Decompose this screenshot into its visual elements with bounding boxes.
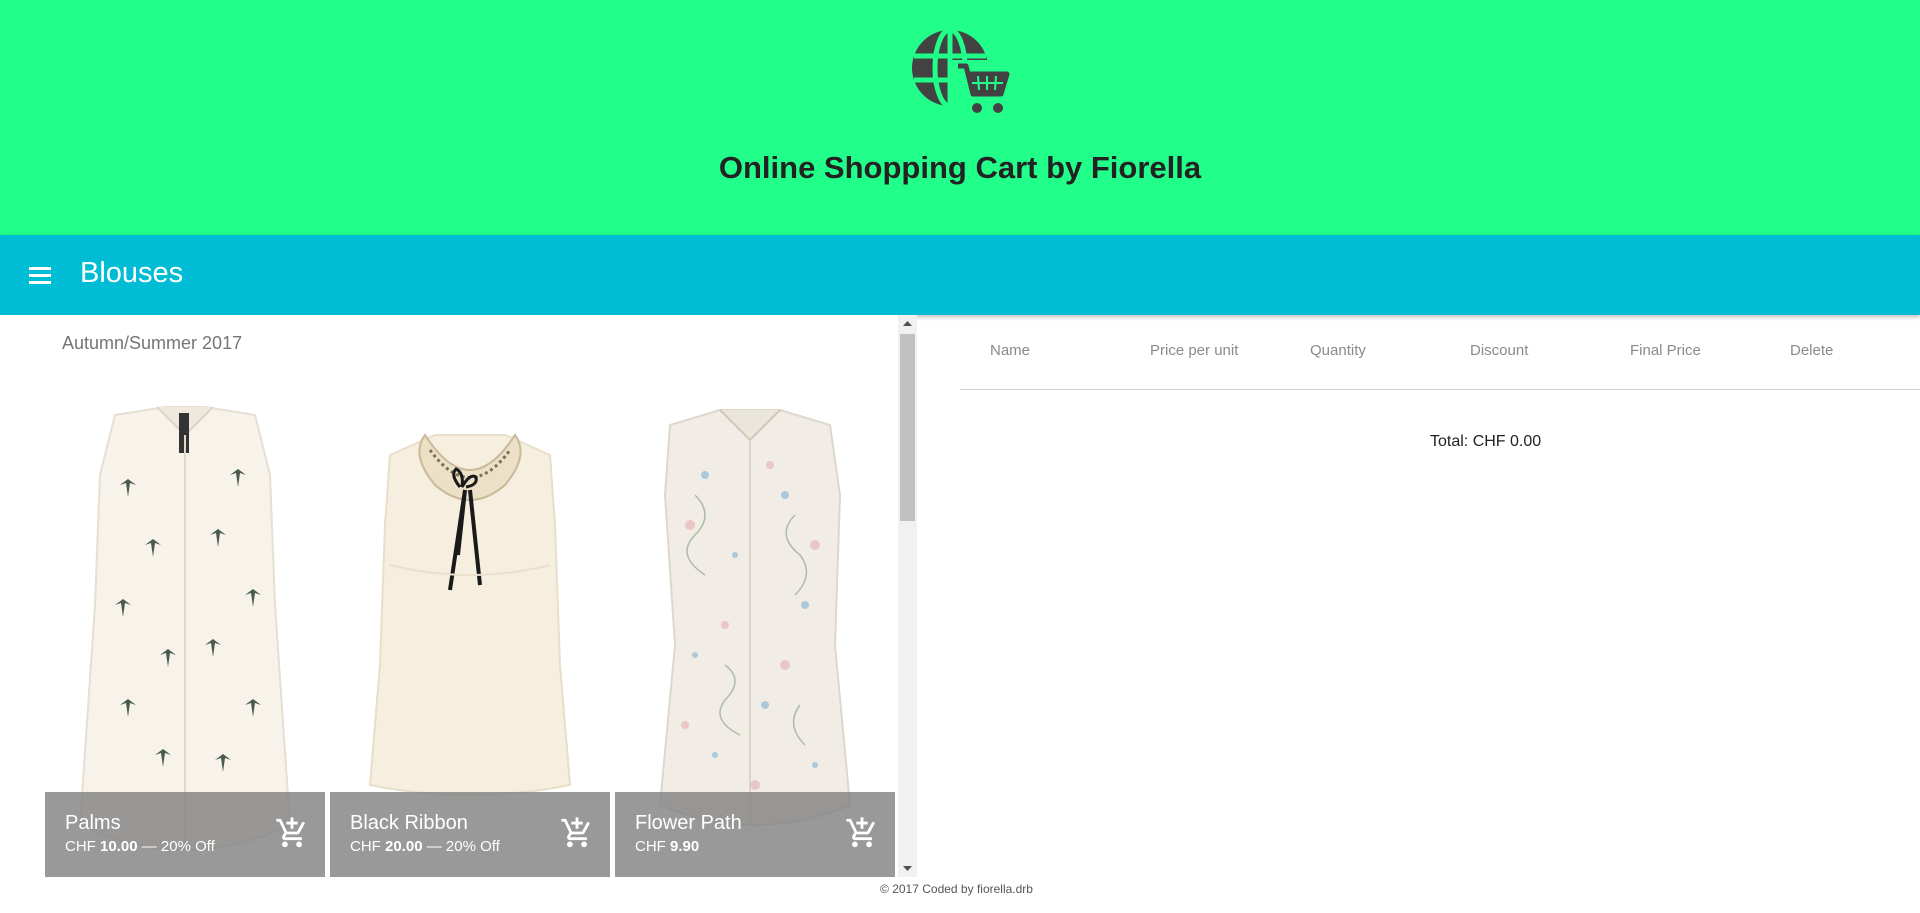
product-name: Palms: [65, 812, 121, 834]
add-shopping-cart-icon[interactable]: [845, 816, 879, 850]
cart-table-header: Name Price per unit Quantity Discount Fi…: [960, 315, 1920, 390]
product-info-bar: Black Ribbon CHF 20.00 — 20% Off: [330, 792, 610, 877]
product-panel-scrollbar[interactable]: [898, 315, 917, 877]
product-price: CHF 20.00 — 20% Off: [350, 838, 500, 855]
column-discount: Discount: [1470, 342, 1529, 359]
footer-credit: © 2017 Coded by fiorella.drb: [880, 882, 1033, 896]
hamburger-menu-icon[interactable]: [22, 257, 58, 293]
add-shopping-cart-icon[interactable]: [560, 816, 594, 850]
column-delete: Delete: [1790, 342, 1834, 359]
product-tile[interactable]: Flower Path CHF 9.90: [615, 405, 895, 877]
product-name: Flower Path: [635, 812, 742, 834]
globe-cart-icon: [912, 27, 1012, 120]
scroll-up-arrow-icon[interactable]: [898, 315, 917, 332]
site-title: Online Shopping Cart by Fiorella: [718, 150, 1202, 185]
product-grid-panel: Autumn/Summer 2017 Palms CHF 10.00 — 20%…: [0, 315, 917, 877]
product-price: CHF 10.00 — 20% Off: [65, 838, 215, 855]
site-header: Online Shopping Cart by Fiorella: [0, 0, 1920, 235]
scroll-down-arrow-icon[interactable]: [898, 860, 917, 877]
cart-total: Total: CHF 0.00: [1430, 433, 1542, 450]
category-toolbar: Blouses: [0, 235, 1920, 315]
season-label: Autumn/Summer 2017: [62, 333, 243, 353]
scroll-thumb[interactable]: [900, 334, 915, 521]
category-title: Blouses: [80, 257, 184, 289]
product-name: Black Ribbon: [350, 812, 468, 834]
product-info-bar: Flower Path CHF 9.90: [615, 792, 895, 877]
column-final-price: Final Price: [1630, 342, 1701, 359]
product-price: CHF 9.90: [635, 838, 700, 855]
column-price-per-unit: Price per unit: [1150, 342, 1239, 359]
column-name: Name: [990, 342, 1031, 359]
add-shopping-cart-icon[interactable]: [275, 816, 309, 850]
product-tile[interactable]: Palms CHF 10.00 — 20% Off: [45, 405, 325, 877]
product-info-bar: Palms CHF 10.00 — 20% Off: [45, 792, 325, 877]
product-tile[interactable]: Black Ribbon CHF 20.00 — 20% Off: [330, 405, 610, 877]
column-quantity: Quantity: [1310, 342, 1366, 359]
